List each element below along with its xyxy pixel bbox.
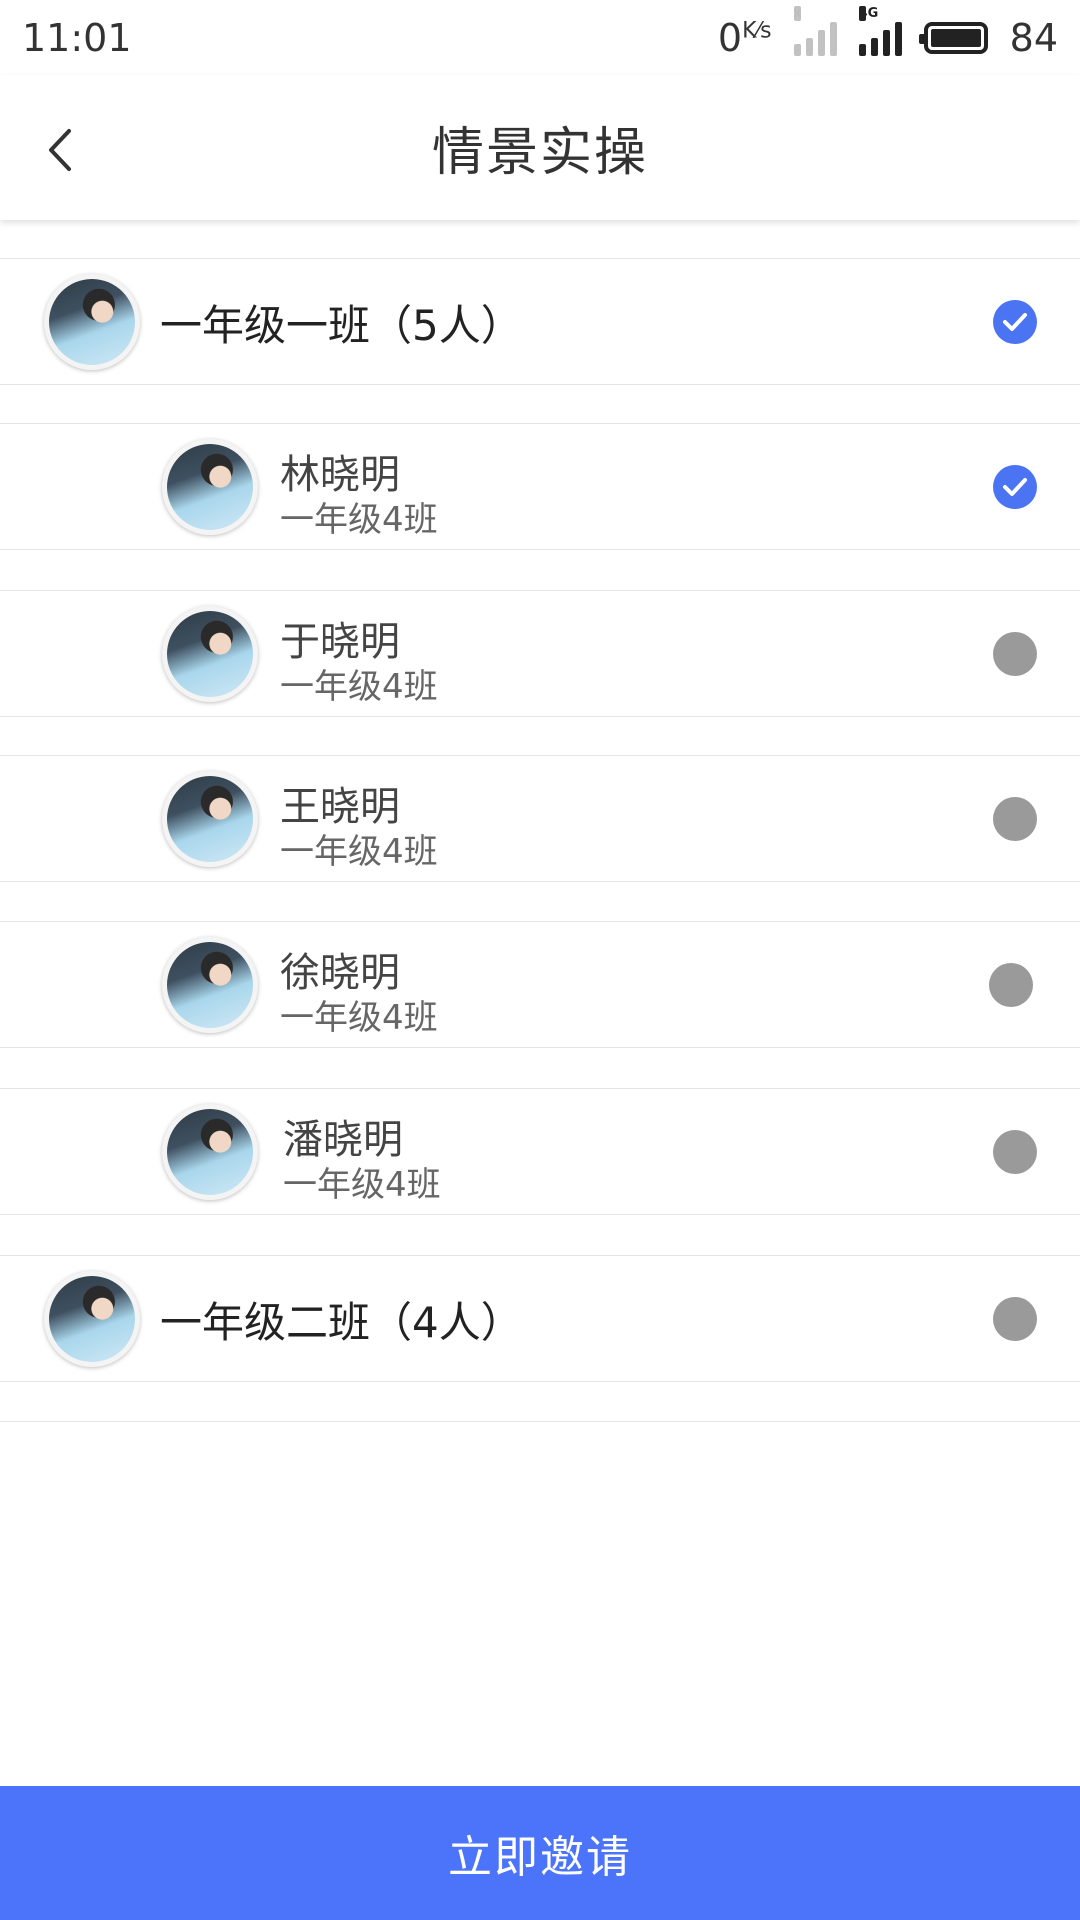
checkbox-unchecked[interactable] bbox=[989, 963, 1033, 1007]
checkbox-checked[interactable] bbox=[993, 300, 1037, 344]
header: 情景实操 bbox=[0, 75, 1080, 220]
member-row[interactable]: 于晓明 一年级4班 bbox=[0, 590, 1080, 717]
network-speed-value: 0 bbox=[717, 15, 743, 60]
avatar bbox=[162, 1104, 258, 1200]
checkbox-unchecked[interactable] bbox=[993, 1297, 1037, 1341]
status-time: 11:01 bbox=[22, 15, 132, 60]
screen: 11:01 0K⁄s x 4G 84 情景实操 一年级一班（5人） 林晓明 一年… bbox=[0, 0, 1080, 1920]
member-row[interactable]: 王晓明 一年级4班 bbox=[0, 755, 1080, 882]
avatar bbox=[44, 1271, 140, 1367]
group-row[interactable]: 一年级二班（4人） bbox=[0, 1255, 1080, 1382]
checkbox-unchecked[interactable] bbox=[993, 797, 1037, 841]
group-label: 一年级二班（4人） bbox=[160, 1298, 523, 1347]
member-row[interactable]: 林晓明 一年级4班 bbox=[0, 423, 1080, 550]
network-speed: 0K⁄s bbox=[718, 16, 772, 60]
checkbox-unchecked[interactable] bbox=[993, 632, 1037, 676]
check-icon bbox=[1003, 313, 1027, 331]
chevron-left-icon bbox=[49, 129, 71, 171]
battery-level: 84 bbox=[1009, 15, 1058, 60]
page-title: 情景实操 bbox=[431, 123, 648, 183]
sim1-tag: x bbox=[793, 5, 802, 21]
status-icons: 0K⁄s x 4G 84 bbox=[718, 5, 1058, 60]
checkbox-checked[interactable] bbox=[993, 465, 1037, 509]
battery-icon bbox=[918, 21, 988, 54]
avatar bbox=[162, 771, 258, 867]
status-bar: 11:01 0K⁄s x 4G 84 bbox=[0, 0, 1080, 75]
check-icon bbox=[1003, 478, 1027, 496]
member-class: 一年级4班 bbox=[280, 667, 438, 707]
avatar bbox=[162, 937, 258, 1033]
member-class: 一年级4班 bbox=[280, 500, 438, 540]
avatar bbox=[162, 606, 258, 702]
member-class: 一年级4班 bbox=[280, 998, 438, 1038]
avatar bbox=[44, 274, 140, 370]
network-speed-unit: K⁄s bbox=[742, 17, 772, 43]
invite-button[interactable]: 立即邀请 bbox=[0, 1786, 1080, 1920]
group-row[interactable]: 一年级一班（5人） bbox=[0, 258, 1080, 385]
member-row[interactable]: 徐晓明 一年级4班 bbox=[0, 921, 1080, 1048]
avatar bbox=[162, 439, 258, 535]
sim2-tag: 4G bbox=[858, 5, 879, 21]
member-class: 一年级4班 bbox=[280, 832, 438, 872]
sim1-signal-icon: x bbox=[793, 5, 837, 56]
group-label: 一年级一班（5人） bbox=[160, 301, 523, 350]
checkbox-unchecked[interactable] bbox=[993, 1130, 1037, 1174]
member-row[interactable]: 潘晓明 一年级4班 bbox=[0, 1088, 1080, 1215]
back-button[interactable] bbox=[30, 115, 90, 185]
member-class: 一年级4班 bbox=[283, 1165, 441, 1205]
list-divider bbox=[0, 1421, 1080, 1422]
sim2-signal-icon: 4G bbox=[858, 5, 902, 56]
